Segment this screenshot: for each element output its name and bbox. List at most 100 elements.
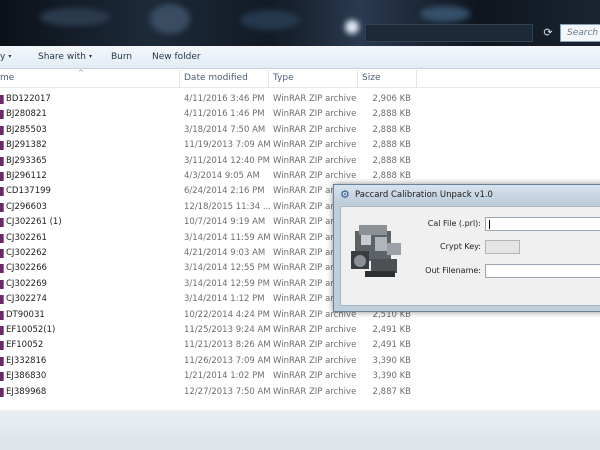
dialog-title-bar[interactable]: ⚙ Paccard Calibration Unpack v1.0 bbox=[334, 185, 600, 205]
file-type: WinRAR ZIP archive bbox=[273, 140, 357, 151]
winrar-archive-icon bbox=[0, 156, 4, 166]
winrar-archive-icon bbox=[0, 110, 4, 120]
file-size: 2,887 KB bbox=[372, 386, 411, 397]
file-name: CJ302269 bbox=[6, 278, 47, 289]
dialog-title: Paccard Calibration Unpack v1.0 bbox=[355, 190, 493, 200]
burn-button[interactable]: Burn bbox=[111, 52, 132, 62]
file-row[interactable]: EF10052 11/21/2013 8:26 AM WinRAR ZIP arch… bbox=[0, 338, 600, 353]
file-row[interactable]: BJ280821 4/11/2016 1:46 PM WinRAR ZIP arch… bbox=[0, 107, 600, 122]
column-type[interactable]: Type bbox=[268, 73, 294, 88]
winrar-archive-icon bbox=[0, 279, 4, 289]
file-name: BJ291382 bbox=[6, 140, 47, 151]
file-size: 2,888 KB bbox=[372, 171, 411, 181]
sort-ascending-icon: ^ bbox=[78, 69, 84, 77]
file-date-modified: 11/25/2013 9:24 AM bbox=[184, 325, 271, 335]
file-size: 2,888 KB bbox=[372, 124, 411, 135]
new-folder-button[interactable]: New folder bbox=[152, 52, 201, 62]
crypt-key-label: Crypt Key: bbox=[440, 242, 481, 251]
file-name: EF10052(1) bbox=[6, 325, 56, 335]
file-date-modified: 4/21/2014 9:03 AM bbox=[184, 248, 266, 258]
file-name: EJ386830 bbox=[6, 371, 47, 382]
file-date-modified: 11/26/2013 7:09 AM bbox=[184, 355, 271, 366]
engine-image bbox=[351, 225, 401, 277]
file-date-modified: 10/7/2014 9:19 AM bbox=[184, 217, 266, 228]
file-name: BJ280821 bbox=[6, 109, 47, 120]
file-type: WinRAR ZIP archive bbox=[273, 355, 357, 366]
winrar-archive-icon bbox=[0, 372, 4, 382]
refresh-icon[interactable]: ⟳ bbox=[538, 24, 558, 42]
file-row[interactable]: EJ332816 11/26/2013 7:09 AM WinRAR ZIP arc… bbox=[0, 354, 600, 369]
column-size[interactable]: Size bbox=[357, 73, 380, 88]
file-date-modified: 3/14/2014 11:59 AM bbox=[184, 232, 271, 243]
file-size: 3,390 KB bbox=[372, 355, 411, 366]
winrar-archive-icon bbox=[0, 233, 4, 243]
share-with-button[interactable]: Share with ▾ bbox=[38, 52, 92, 62]
file-row[interactable]: EJ389968 12/27/2013 7:50 AM WinRAR ZIP arc… bbox=[0, 385, 600, 400]
file-name: CD137199 bbox=[6, 186, 51, 197]
file-name: EF10052 bbox=[6, 340, 44, 351]
file-date-modified: 3/14/2014 12:59 PM bbox=[184, 278, 270, 289]
cal-file-label: Cal File (.prl): bbox=[427, 219, 481, 228]
file-row[interactable]: BJ285503 3/18/2014 7:50 AM WinRAR ZIP arch… bbox=[0, 123, 600, 138]
file-type: WinRAR ZIP archive bbox=[273, 371, 357, 382]
file-row[interactable]: EJ386830 1/21/2014 1:02 PM WinRAR ZIP arch… bbox=[0, 369, 600, 384]
winrar-archive-icon bbox=[0, 387, 4, 397]
winrar-archive-icon bbox=[0, 187, 4, 197]
winrar-archive-icon bbox=[0, 218, 4, 228]
file-name: BD122017 bbox=[6, 94, 51, 104]
file-size: 2,888 KB bbox=[372, 109, 411, 120]
toolbar: y ▾ Share with ▾ Burn New folder bbox=[0, 46, 600, 69]
file-row[interactable]: BJ291382 11/19/2013 7:09 AM WinRAR ZIP arc… bbox=[0, 138, 600, 153]
file-name: EJ389968 bbox=[6, 386, 47, 397]
details-pane bbox=[0, 410, 600, 450]
chevron-down-icon: ▾ bbox=[8, 53, 12, 60]
column-name[interactable]: me bbox=[0, 73, 14, 88]
column-date-modified[interactable]: Date modified bbox=[179, 73, 248, 88]
file-size: 2,888 KB bbox=[372, 140, 411, 151]
winrar-archive-icon bbox=[0, 295, 4, 305]
file-date-modified: 3/14/2014 12:55 PM bbox=[184, 263, 270, 274]
file-name: BJ296112 bbox=[6, 171, 47, 181]
winrar-archive-icon bbox=[0, 202, 4, 212]
dialog-body: Cal File (.prl): Crypt Key: Out Filename… bbox=[340, 206, 600, 306]
out-filename-label: Out Filename: bbox=[425, 266, 481, 275]
out-filename-input[interactable] bbox=[485, 264, 600, 278]
file-type: WinRAR ZIP archive bbox=[273, 109, 357, 120]
winrar-archive-icon bbox=[0, 125, 4, 135]
crypt-key-input[interactable] bbox=[485, 240, 520, 254]
file-row[interactable]: BJ293365 3/11/2014 12:40 PM WinRAR ZIP arc… bbox=[0, 154, 600, 169]
window-chrome-top: ⟳ Search P bbox=[0, 0, 600, 46]
file-date-modified: 4/3/2014 9:05 AM bbox=[184, 171, 260, 181]
winrar-archive-icon bbox=[0, 326, 4, 335]
address-bar[interactable] bbox=[365, 24, 533, 42]
column-divider[interactable] bbox=[416, 70, 417, 87]
search-input[interactable]: Search P bbox=[560, 24, 600, 42]
file-name: CJ296603 bbox=[6, 201, 47, 212]
file-date-modified: 4/11/2016 1:46 PM bbox=[184, 109, 265, 120]
winrar-archive-icon bbox=[0, 141, 4, 151]
file-type: WinRAR ZIP archive bbox=[273, 124, 357, 135]
organize-menu-button[interactable]: y ▾ bbox=[0, 52, 11, 62]
file-date-modified: 3/11/2014 12:40 PM bbox=[184, 155, 270, 166]
file-type: WinRAR ZIP archive bbox=[273, 386, 357, 397]
paccard-dialog: ⚙ Paccard Calibration Unpack v1.0 Cal Fi… bbox=[333, 184, 600, 312]
file-name: CJ302266 bbox=[6, 263, 47, 274]
file-row[interactable]: BJ296112 4/3/2014 9:05 AM WinRAR ZIP archi… bbox=[0, 169, 600, 184]
file-date-modified: 6/24/2014 2:16 PM bbox=[184, 186, 265, 197]
file-date-modified: 11/19/2013 7:09 AM bbox=[184, 140, 271, 151]
column-header: me Date modified Type Size bbox=[0, 69, 600, 88]
file-size: 2,906 KB bbox=[372, 94, 411, 104]
file-date-modified: 3/18/2014 7:50 AM bbox=[184, 124, 266, 135]
file-row[interactable]: BD122017 4/11/2016 3:46 PM WinRAR ZIP arch… bbox=[0, 92, 600, 107]
file-name: BJ293365 bbox=[6, 155, 47, 166]
file-size: 3,390 KB bbox=[372, 371, 411, 382]
file-name: CJ302261 (1) bbox=[6, 217, 62, 228]
winrar-archive-icon bbox=[0, 356, 4, 366]
file-name: BJ285503 bbox=[6, 124, 47, 135]
cal-file-input[interactable] bbox=[485, 217, 600, 231]
file-date-modified: 3/14/2014 1:12 PM bbox=[184, 294, 265, 305]
file-name: CJ302274 bbox=[6, 294, 47, 305]
file-row[interactable]: EF10052(1) 11/25/2013 9:24 AM WinRAR ZIP a… bbox=[0, 323, 600, 338]
file-name: CJ302262 bbox=[6, 248, 47, 258]
file-date-modified: 12/27/2013 7:50 AM bbox=[184, 386, 271, 397]
